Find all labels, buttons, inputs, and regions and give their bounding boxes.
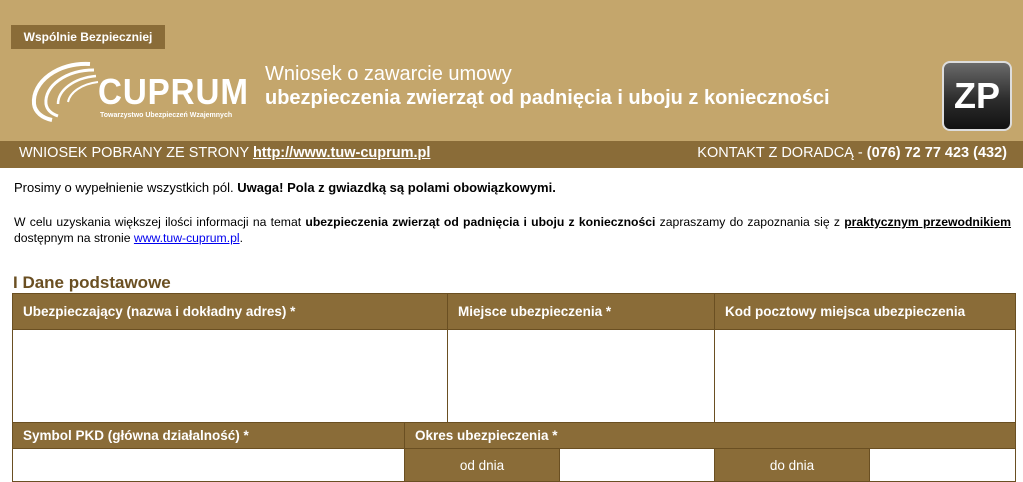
- info-text-a: W celu uzyskania większej ilości informa…: [14, 215, 306, 229]
- contact-info: KONTAKT Z DORADCĄ - (076) 72 77 423 (432…: [697, 141, 1007, 166]
- info-text-e: dostępnym na stronie: [14, 231, 134, 245]
- logo-subtitle: Towarzystwo Ubezpieczeń Wzajemnych: [100, 112, 233, 119]
- logo-name: CUPRUM: [98, 71, 249, 112]
- instructions: Prosimy o wypełnienie wszystkich pól. Uw…: [14, 180, 556, 195]
- instructions-text: Prosimy o wypełnienie wszystkich pól.: [14, 180, 238, 195]
- from-date-label: od dnia: [403, 448, 561, 482]
- info-paragraph: W celu uzyskania większej ilości informa…: [14, 214, 1011, 246]
- info-text-c: zapraszamy do zapoznania się z: [655, 215, 845, 229]
- insurer-field[interactable]: [11, 329, 449, 423]
- guide-link[interactable]: praktycznym przewodnikiem: [844, 215, 1011, 229]
- contact-phone: (076) 72 77 423 (432): [866, 145, 1007, 161]
- instructions-warning: Uwaga! Pola z gwiazdką są polami obowiąz…: [237, 180, 556, 195]
- form-title-line1: Wniosek o zawarcie umowy: [265, 63, 512, 85]
- form-title-line2: ubezpieczenia zwierząt od padnięcia i ub…: [265, 87, 830, 109]
- form-code-badge: ZP: [942, 61, 1012, 131]
- website-link-2[interactable]: www.tuw-cuprum.pl: [134, 231, 240, 245]
- to-date-label: do dnia: [714, 448, 871, 482]
- pkd-field[interactable]: [12, 448, 405, 482]
- contact-label: KONTAKT Z DORADCĄ -: [697, 145, 867, 161]
- from-date-field[interactable]: [559, 448, 716, 482]
- download-source-label: WNIOSEK POBRANY ZE STRONY: [19, 145, 253, 161]
- info-text-f: .: [239, 231, 243, 245]
- to-date-field[interactable]: [869, 448, 1017, 482]
- download-source: WNIOSEK POBRANY ZE STRONY http://www.tuw…: [19, 141, 430, 166]
- company-logo: CUPRUM Towarzystwo Ubezpieczeń Wzajemnyc…: [28, 60, 248, 126]
- postcode-field[interactable]: [714, 329, 1017, 423]
- insurer-header: Ubezpieczający (nazwa i dokładny adres) …: [11, 293, 449, 330]
- place-field[interactable]: [447, 329, 716, 423]
- website-link[interactable]: http://www.tuw-cuprum.pl: [253, 145, 430, 161]
- info-bar: WNIOSEK POBRANY ZE STRONY http://www.tuw…: [0, 141, 1023, 168]
- basic-data-form: Ubezpieczający (nazwa i dokładny adres) …: [11, 293, 1017, 482]
- postcode-header: Kod pocztowy miejsca ubezpieczenia: [714, 293, 1017, 330]
- swoosh-icon: [31, 61, 99, 122]
- section-title: I Dane podstawowe: [13, 273, 171, 292]
- slogan-badge: Wspólnie Bezpieczniej: [11, 25, 165, 49]
- period-header: Okres ubezpieczenia *: [403, 422, 1017, 449]
- place-header: Miejsce ubezpieczenia *: [447, 293, 716, 330]
- pkd-header: Symbol PKD (główna działalność) *: [12, 422, 405, 449]
- info-text-b: ubezpieczenia zwierząt od padnięcia i ub…: [305, 215, 656, 229]
- page-header: Wspólnie Bezpieczniej CUPRUM Towarzystwo…: [0, 0, 1023, 141]
